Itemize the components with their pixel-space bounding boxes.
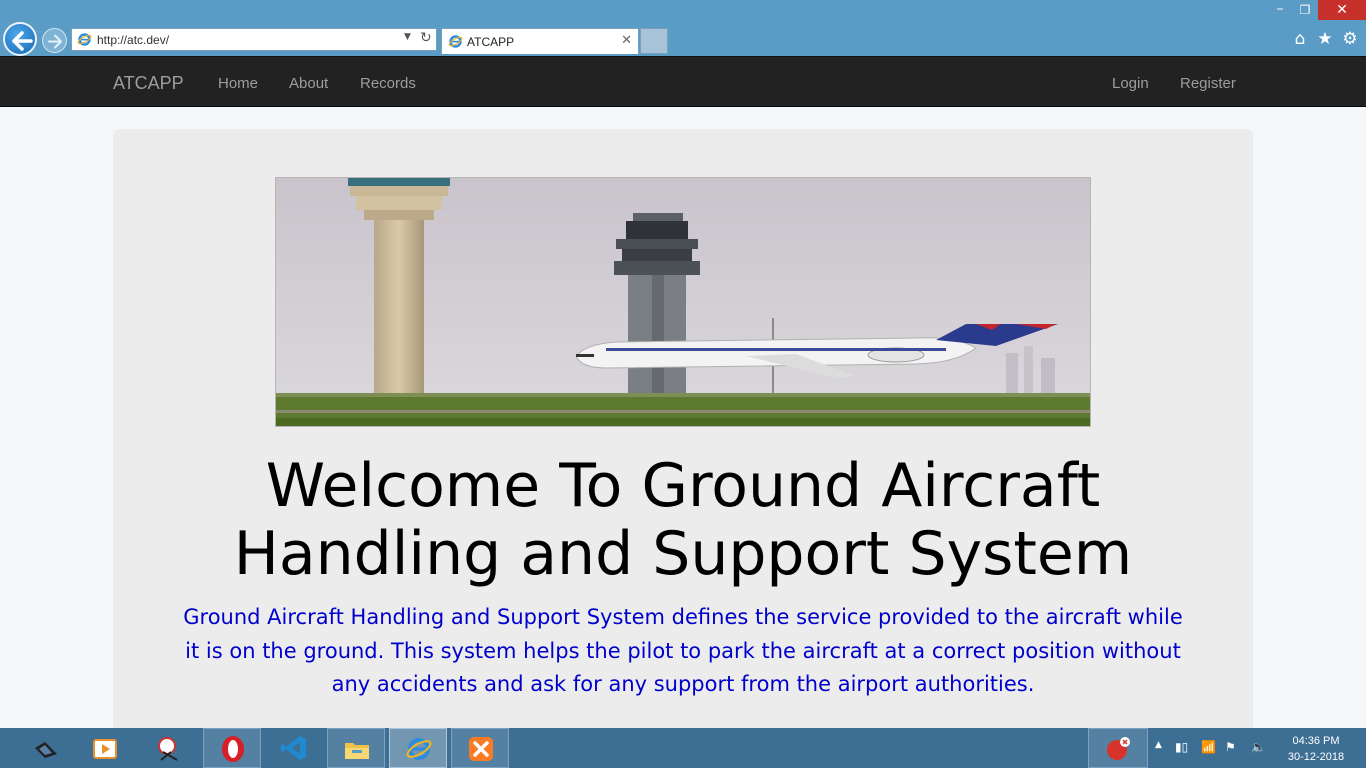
home-icon[interactable]: ⌂ [1290,29,1310,49]
nav-home[interactable]: Home [218,75,258,92]
taskbar-media-player[interactable] [76,728,134,768]
clock-date: 30-12-2018 [1287,751,1345,763]
volume-icon[interactable]: 🔈 [1251,740,1266,754]
visual-studio-code-icon [281,736,306,760]
xampp-icon [469,737,493,761]
desktop-show-icon [35,742,57,758]
nav-login[interactable]: Login [1112,75,1149,92]
tab-title: ATCAPP [467,35,515,49]
taskbar-internet-explorer[interactable] [389,728,447,768]
internet-explorer-icon [406,738,432,760]
minimize-button[interactable]: – [1268,0,1292,20]
opera-browser-icon [222,736,244,762]
tab-atcapp[interactable]: ATCAPP ✕ [441,28,639,54]
taskbar-opera[interactable] [203,728,261,768]
refresh-icon[interactable]: ↻ [420,30,432,46]
arrow-right-icon [48,34,62,49]
site-navbar: ATCAPP Home About Records Login Register [0,56,1366,107]
taskbar-snipping-tool[interactable] [140,728,198,768]
nav-register[interactable]: Register [1180,75,1236,92]
taskbar-notification-app[interactable] [1088,728,1148,768]
forward-button[interactable] [42,28,67,53]
favorites-star-icon[interactable]: ★ [1315,29,1335,49]
windows-taskbar: ▲ ▮▯ 📶 ⚑ 🔈 04:36 PM 30-12-2018 [0,728,1366,768]
chevron-up-icon[interactable]: ▲ [1155,740,1162,750]
new-tab-button[interactable] [640,28,668,54]
hero-airport-image [275,177,1091,427]
address-bar[interactable]: http://atc.dev/ ▼ ↻ [71,28,437,51]
snipping-tool-icon [158,737,178,761]
arrow-left-icon [12,31,33,51]
chevron-down-icon[interactable]: ▼ [404,32,411,42]
close-window-button[interactable]: ✕ [1318,0,1366,20]
action-center-icon[interactable]: ⚑ [1225,740,1236,754]
taskbar-file-explorer[interactable] [327,728,385,768]
browser-chrome: http://atc.dev/ ▼ ↻ ATCAPP ✕ – ❐ ✕ ⌂ ★ ⚙ [0,0,1366,56]
battery-icon[interactable]: ▮▯ [1175,740,1188,754]
taskbar-vscode[interactable] [265,728,323,768]
navbar-brand[interactable]: ATCAPP [113,73,184,94]
nav-records[interactable]: Records [360,75,416,92]
close-tab-icon[interactable]: ✕ [621,33,632,48]
settings-gear-icon[interactable]: ⚙ [1340,29,1360,49]
ie-page-icon [77,33,92,46]
lead-paragraph: Ground Aircraft Handling and Support Sys… [183,605,1183,696]
taskbar-xampp[interactable] [451,728,509,768]
taskbar-desktop[interactable] [16,728,74,768]
file-explorer-icon [345,743,369,759]
media-player-icon [93,739,117,759]
page-title-line2: Handling and Support System [233,519,1133,589]
back-button[interactable] [3,22,37,56]
clock-time: 04:36 PM [1292,735,1340,747]
page-title: Welcome To Ground Aircraft Handling and … [113,452,1253,588]
ie-tab-icon [448,35,463,48]
maximize-button[interactable]: ❐ [1293,0,1317,20]
system-clock[interactable]: 04:36 PM 30-12-2018 [1276,733,1356,765]
network-signal-icon[interactable]: 📶 [1201,740,1216,754]
bug-report-icon [1107,737,1130,760]
page-title-line1: Welcome To Ground Aircraft [265,451,1101,521]
nav-about[interactable]: About [289,75,328,92]
address-url[interactable]: http://atc.dev/ [97,33,169,47]
